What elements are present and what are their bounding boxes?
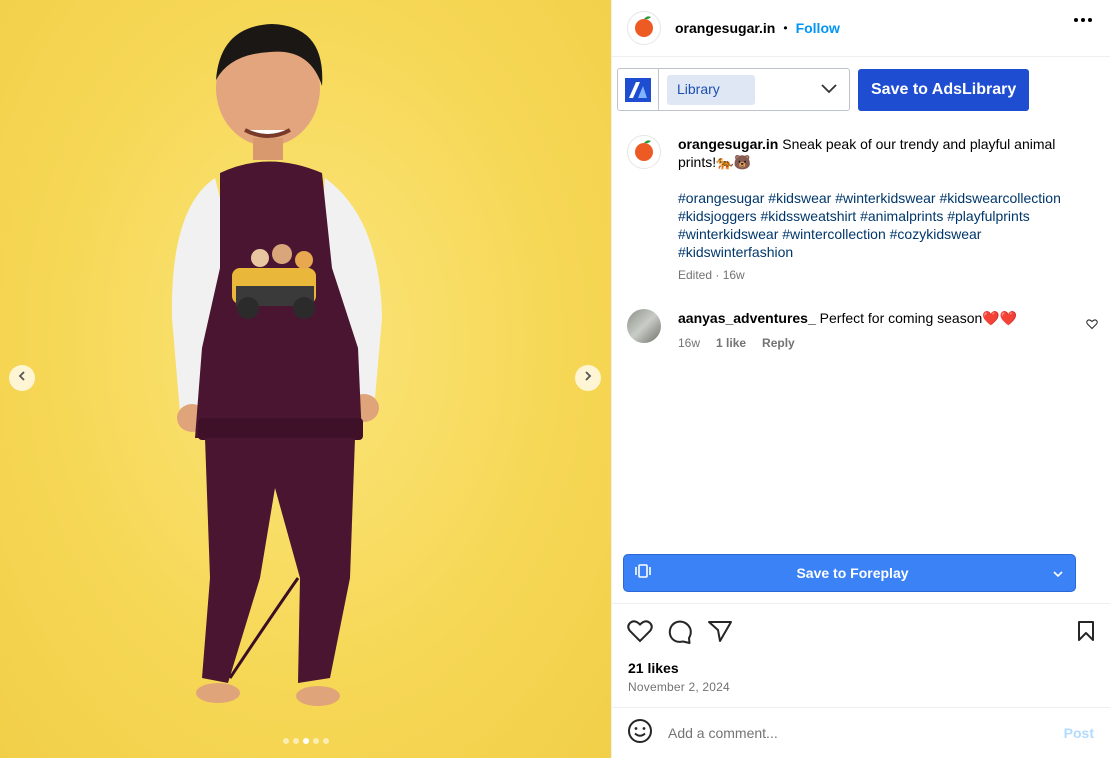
commenter-avatar[interactable] [627, 309, 661, 343]
follow-button[interactable]: Follow [796, 20, 840, 36]
orange-logo-icon [631, 13, 657, 44]
post-date: November 2, 2024 [628, 680, 730, 694]
post-photo [171, 24, 382, 706]
share-icon[interactable] [707, 619, 733, 650]
action-icons [627, 619, 733, 650]
comment-likes[interactable]: 1 like [716, 334, 746, 352]
comment-input[interactable]: Add a comment... [668, 725, 1064, 741]
post-caption: orangesugar.in Sneak peak of our trendy … [627, 135, 1095, 284]
carousel-indicator [283, 738, 329, 744]
author-avatar[interactable] [627, 11, 661, 45]
post-actions: 21 likes November 2, 2024 [612, 603, 1110, 707]
add-comment-bar: Add a comment... Post [612, 707, 1110, 758]
caption-body: orangesugar.in Sneak peak of our trendy … [678, 135, 1078, 284]
author-username[interactable]: orangesugar.in [675, 20, 775, 36]
chevron-down-icon[interactable] [1053, 564, 1063, 582]
save-to-adslibrary-button[interactable]: Save to AdsLibrary [858, 68, 1030, 111]
carousel-dot [283, 738, 289, 744]
carousel-dot [313, 738, 319, 744]
commenter-username[interactable]: aanyas_adventures_ [678, 310, 816, 326]
post-media [0, 0, 611, 758]
comment-item: aanyas_adventures_ Perfect for coming se… [627, 309, 1098, 352]
caption-username[interactable]: orangesugar.in [678, 136, 778, 152]
post-comment-button[interactable]: Post [1064, 725, 1094, 741]
comment-icon[interactable] [667, 619, 693, 650]
comment-body: aanyas_adventures_ Perfect for coming se… [678, 309, 1017, 352]
post-details-panel: orangesugar.in • Follow Library Save to … [611, 0, 1110, 758]
library-select[interactable]: Library [617, 68, 850, 111]
caption-hashtags[interactable]: #orangesugar #kidswear #winterkidswear #… [678, 189, 1078, 261]
heart-icon[interactable] [1086, 317, 1098, 335]
adslibrary-toolbar: Library Save to AdsLibrary [617, 68, 1030, 111]
post-header: orangesugar.in • Follow [612, 0, 1110, 57]
comment-text: Perfect for coming season❤️❤️ [819, 310, 1018, 326]
save-to-foreplay-button[interactable]: Save to Foreplay [623, 554, 1076, 592]
caption-author-avatar[interactable] [627, 135, 661, 169]
library-select-value: Library [667, 74, 755, 105]
more-icon[interactable] [1074, 18, 1092, 22]
carousel-dot [293, 738, 299, 744]
carousel-prev-button[interactable] [9, 365, 35, 391]
chevron-down-icon [821, 81, 837, 99]
foreplay-label: Save to Foreplay [796, 565, 909, 581]
adslibrary-logo-icon [618, 69, 659, 110]
comment-age: 16w [678, 336, 701, 350]
heart-icon[interactable] [627, 619, 653, 650]
carousel-next-button[interactable] [575, 365, 601, 391]
emoji-icon[interactable] [627, 718, 653, 749]
chevron-left-icon [16, 369, 28, 387]
comment-meta: 16w 1 like Reply [678, 334, 1017, 352]
orange-logo-icon [631, 137, 657, 168]
likes-count[interactable]: 21 likes [628, 660, 679, 676]
header-separator: • [783, 21, 788, 35]
foreplay-icon [634, 563, 652, 584]
carousel-dot-active [303, 738, 309, 744]
carousel-dot [323, 738, 329, 744]
bookmark-icon[interactable] [1076, 620, 1096, 647]
chevron-right-icon [582, 369, 594, 387]
comment-reply-button[interactable]: Reply [762, 334, 795, 352]
caption-meta: Edited · 16w [678, 268, 745, 282]
